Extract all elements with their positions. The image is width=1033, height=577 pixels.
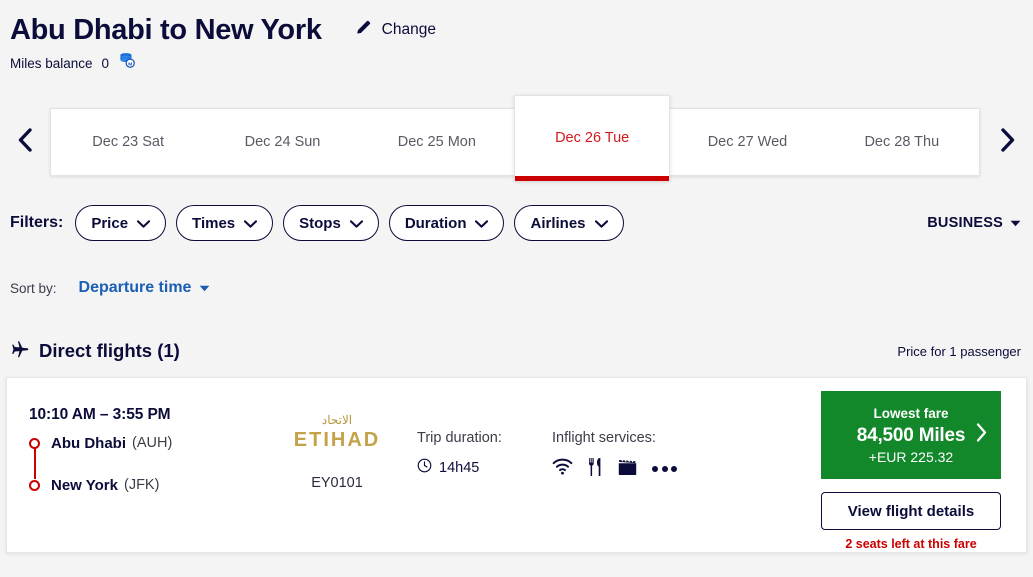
filters-row: Filters: Price Times Stops Duration Airl…	[0, 202, 1033, 244]
destination-city: New York	[51, 476, 118, 494]
view-flight-details-button[interactable]: View flight details	[821, 492, 1001, 531]
fare-miles: 84,500 Miles	[856, 425, 966, 447]
date-tab-5[interactable]: Dec 28 Thu	[825, 109, 979, 175]
destination-stop: New York (JFK)	[29, 473, 257, 497]
filter-duration-label: Duration	[404, 214, 467, 232]
airplane-icon	[10, 339, 30, 364]
meal-icon	[587, 457, 603, 482]
etihad-arabic-logo: الاتحاد	[321, 413, 353, 428]
section-title: Direct flights (1)	[39, 340, 180, 362]
lowest-fare-button[interactable]: Lowest fare 84,500 Miles +EUR 225.32	[821, 391, 1001, 480]
fare-column: Lowest fare 84,500 Miles +EUR 225.32 Vie…	[821, 378, 1026, 551]
more-services-icon[interactable]	[652, 466, 677, 473]
date-selector-strip: Dec 23 Sat Dec 24 Sun Dec 25 Mon Dec 26 …	[0, 94, 1033, 188]
seats-left-warning: 2 seats left at this fare	[845, 537, 977, 552]
trip-duration-column: Trip duration: 14h45	[417, 378, 552, 477]
flight-times: 10:10 AM – 3:55 PM	[29, 406, 171, 424]
filter-times-label: Times	[192, 214, 236, 232]
inflight-service-icons	[552, 457, 727, 482]
airline-column: الاتحاد ETIHAD EY0101	[257, 378, 417, 491]
origin-code: (AUH)	[132, 435, 173, 452]
date-tabs: Dec 23 Sat Dec 24 Sun Dec 25 Mon Dec 26 …	[50, 94, 980, 181]
etihad-logo: ETIHAD	[293, 429, 381, 452]
chevron-down-icon	[594, 215, 608, 232]
date-tab-0[interactable]: Dec 23 Sat	[51, 109, 205, 175]
destination-dot-icon	[29, 479, 40, 491]
flight-result-card[interactable]: 10:10 AM – 3:55 PM Abu Dhabi (AUH) New Y…	[6, 377, 1027, 554]
change-search-button[interactable]: Change	[354, 18, 436, 42]
wifi-icon	[552, 458, 573, 480]
previous-dates-button[interactable]	[0, 96, 50, 188]
filter-stops[interactable]: Stops	[283, 205, 379, 242]
chevron-right-icon	[975, 423, 988, 448]
origin-stop: Abu Dhabi (AUH)	[29, 431, 257, 455]
date-tab-4[interactable]: Dec 27 Wed	[670, 109, 824, 175]
chevron-down-icon	[244, 215, 258, 232]
sort-row: Sort by: Departure time	[0, 276, 1033, 300]
entertainment-icon	[617, 458, 638, 481]
filter-stops-label: Stops	[299, 214, 341, 232]
title-row: Abu Dhabi to New York Change	[10, 14, 1033, 46]
filter-price-label: Price	[91, 214, 129, 232]
page-header: Abu Dhabi to New York Change Miles balan…	[0, 0, 1033, 74]
sort-by-selector[interactable]: Departure time	[79, 279, 211, 297]
filters-label: Filters:	[10, 214, 64, 232]
chevron-left-icon	[15, 127, 35, 158]
date-tab-3-selected[interactable]: Dec 26 Tue	[513, 94, 671, 181]
caret-down-icon	[199, 279, 210, 297]
trip-duration-value-wrap: 14h45	[417, 458, 552, 477]
miles-balance: Miles balance 0 M	[10, 52, 1033, 74]
page-title: Abu Dhabi to New York	[10, 14, 322, 46]
dot	[652, 466, 658, 473]
inflight-services-label: Inflight services:	[552, 430, 656, 447]
change-label: Change	[381, 21, 436, 38]
miles-balance-value: 0	[101, 55, 110, 71]
fare-title: Lowest fare	[873, 405, 949, 421]
route-stops: Abu Dhabi (AUH) New York (JFK)	[29, 431, 257, 497]
date-tab-1[interactable]: Dec 24 Sun	[205, 109, 359, 175]
filter-airlines[interactable]: Airlines	[514, 205, 624, 242]
pencil-icon	[354, 18, 373, 42]
cabin-class-label: BUSINESS	[927, 215, 1003, 232]
trip-duration-label: Trip duration:	[417, 430, 502, 447]
filter-times[interactable]: Times	[176, 205, 274, 242]
price-passenger-note: Price for 1 passenger	[897, 343, 1021, 359]
filter-airlines-label: Airlines	[530, 214, 586, 232]
dot	[671, 466, 677, 473]
chevron-down-icon	[475, 215, 489, 232]
chevron-down-icon	[349, 215, 363, 232]
chevron-down-icon	[136, 215, 151, 232]
dot	[661, 466, 668, 473]
destination-code: (JFK)	[123, 477, 160, 494]
fare-cash: +EUR 225.32	[868, 449, 954, 466]
inflight-services-column: Inflight services:	[552, 378, 727, 480]
trip-duration-value: 14h45	[439, 459, 480, 476]
flight-number: EY0101	[311, 475, 363, 492]
date-tab-2[interactable]: Dec 25 Mon	[360, 109, 514, 175]
clock-icon	[417, 458, 432, 477]
chevron-right-icon	[998, 127, 1018, 158]
sort-by-label: Sort by:	[10, 280, 57, 296]
caret-down-icon	[1010, 215, 1021, 231]
coins-miles-icon: M	[118, 52, 137, 74]
filter-duration[interactable]: Duration	[388, 205, 505, 242]
origin-dot-icon	[29, 437, 40, 449]
sort-by-value: Departure time	[78, 279, 192, 297]
cabin-class-selector[interactable]: BUSINESS	[927, 215, 1021, 231]
next-dates-button[interactable]	[983, 96, 1033, 188]
miles-balance-label: Miles balance	[10, 55, 93, 71]
flight-route-column: 10:10 AM – 3:55 PM Abu Dhabi (AUH) New Y…	[7, 378, 257, 497]
origin-city: Abu Dhabi	[51, 434, 126, 452]
filter-price[interactable]: Price	[75, 205, 167, 242]
section-title-wrap: Direct flights (1)	[10, 339, 180, 364]
direct-flights-section-header: Direct flights (1) Price for 1 passenger	[0, 338, 1033, 364]
svg-text:M: M	[128, 62, 132, 68]
